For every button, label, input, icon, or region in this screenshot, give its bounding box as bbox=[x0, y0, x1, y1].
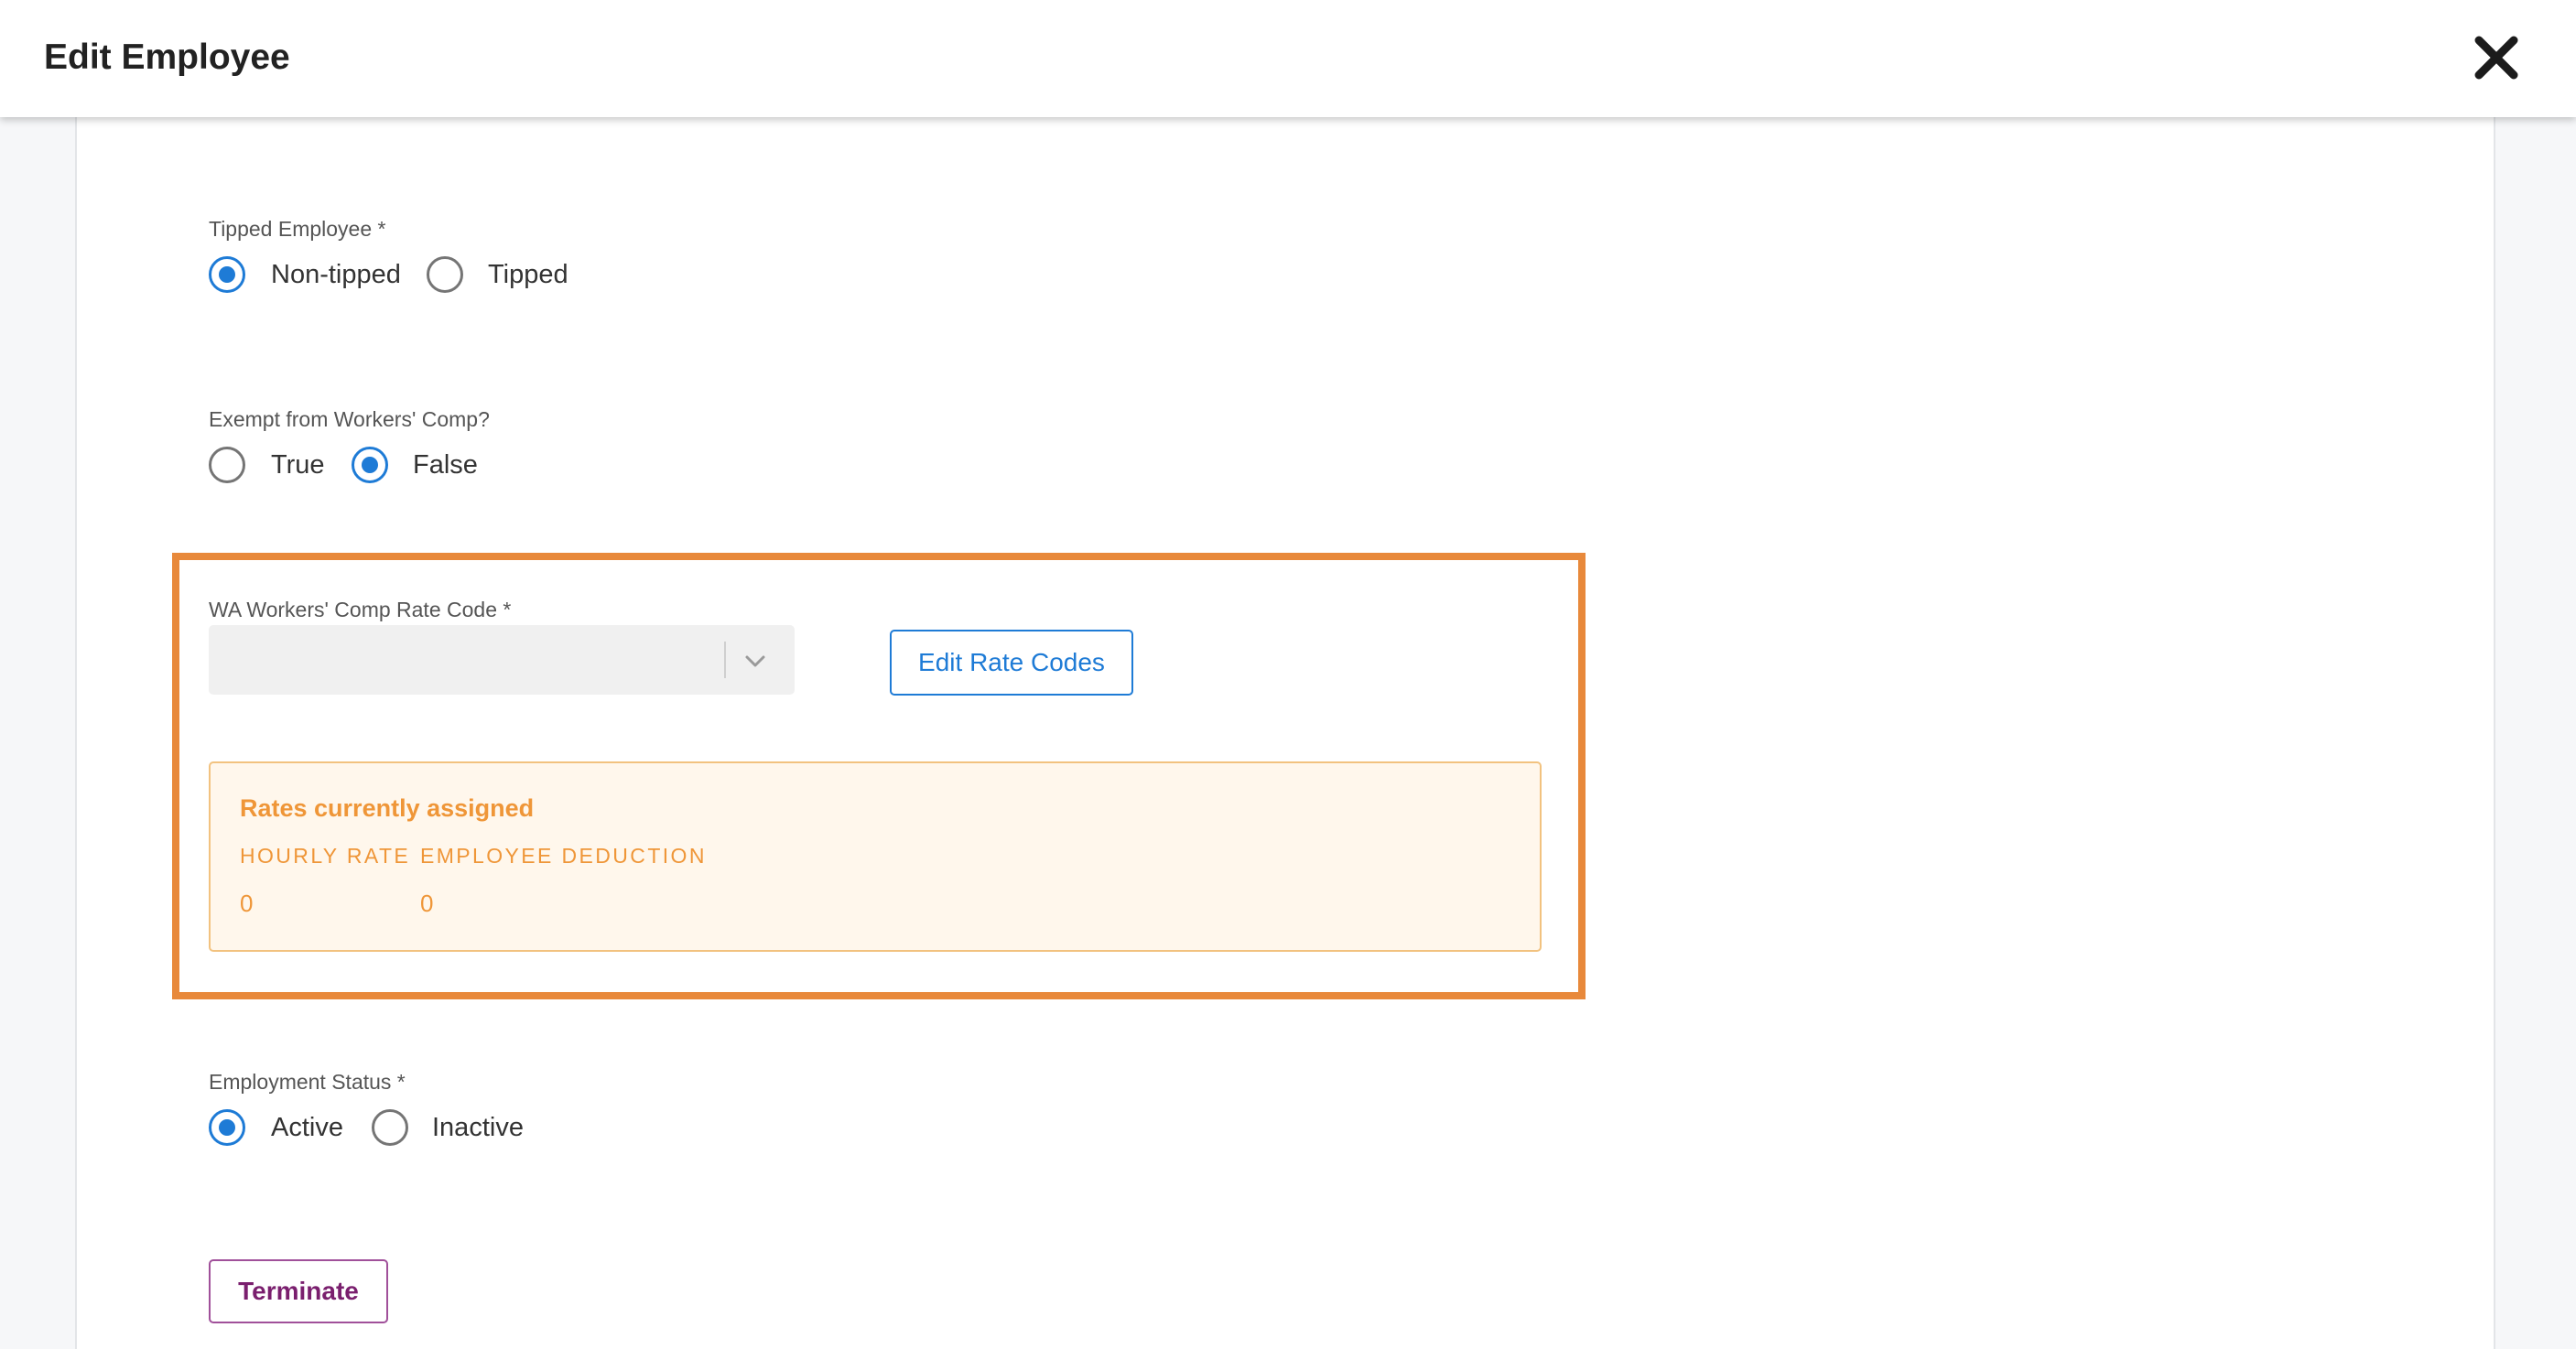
radio-tipped[interactable] bbox=[427, 256, 463, 293]
hourly-rate-header: HOURLY RATE bbox=[240, 844, 411, 868]
workers-comp-exempt-label: Exempt from Workers' Comp? bbox=[209, 407, 490, 431]
rates-title: Rates currently assigned bbox=[240, 794, 535, 822]
chevron-down-icon[interactable] bbox=[740, 645, 771, 676]
radio-active-label: Active bbox=[271, 1113, 343, 1142]
employee-deduction-value: 0 bbox=[420, 890, 434, 917]
select-separator bbox=[724, 642, 726, 678]
radio-tipped-label: Tipped bbox=[488, 260, 568, 289]
terminate-button[interactable]: Terminate bbox=[209, 1259, 388, 1323]
radio-false[interactable] bbox=[352, 447, 388, 483]
radio-true[interactable] bbox=[209, 447, 245, 483]
radio-non-tipped-label: Non-tipped bbox=[271, 260, 401, 289]
radio-false-label: False bbox=[413, 450, 478, 480]
radio-non-tipped[interactable] bbox=[209, 256, 245, 293]
employee-deduction-header: EMPLOYEE DEDUCTION bbox=[420, 844, 707, 868]
edit-rate-codes-button[interactable]: Edit Rate Codes bbox=[890, 630, 1133, 696]
tipped-employee-label: Tipped Employee * bbox=[209, 217, 386, 241]
radio-true-label: True bbox=[271, 450, 325, 480]
modal-header: Edit Employee bbox=[0, 0, 2576, 117]
rate-code-select[interactable] bbox=[209, 625, 795, 695]
close-icon[interactable] bbox=[2472, 33, 2521, 82]
rate-code-label: WA Workers' Comp Rate Code * bbox=[209, 598, 512, 621]
hourly-rate-value: 0 bbox=[240, 890, 254, 917]
rates-assigned-box: Rates currently assigned HOURLY RATE EMP… bbox=[209, 761, 1542, 952]
radio-active[interactable] bbox=[209, 1109, 245, 1146]
employment-status-label: Employment Status * bbox=[209, 1070, 406, 1094]
radio-inactive-label: Inactive bbox=[432, 1113, 524, 1142]
radio-inactive[interactable] bbox=[372, 1109, 408, 1146]
modal-title: Edit Employee bbox=[44, 38, 290, 77]
